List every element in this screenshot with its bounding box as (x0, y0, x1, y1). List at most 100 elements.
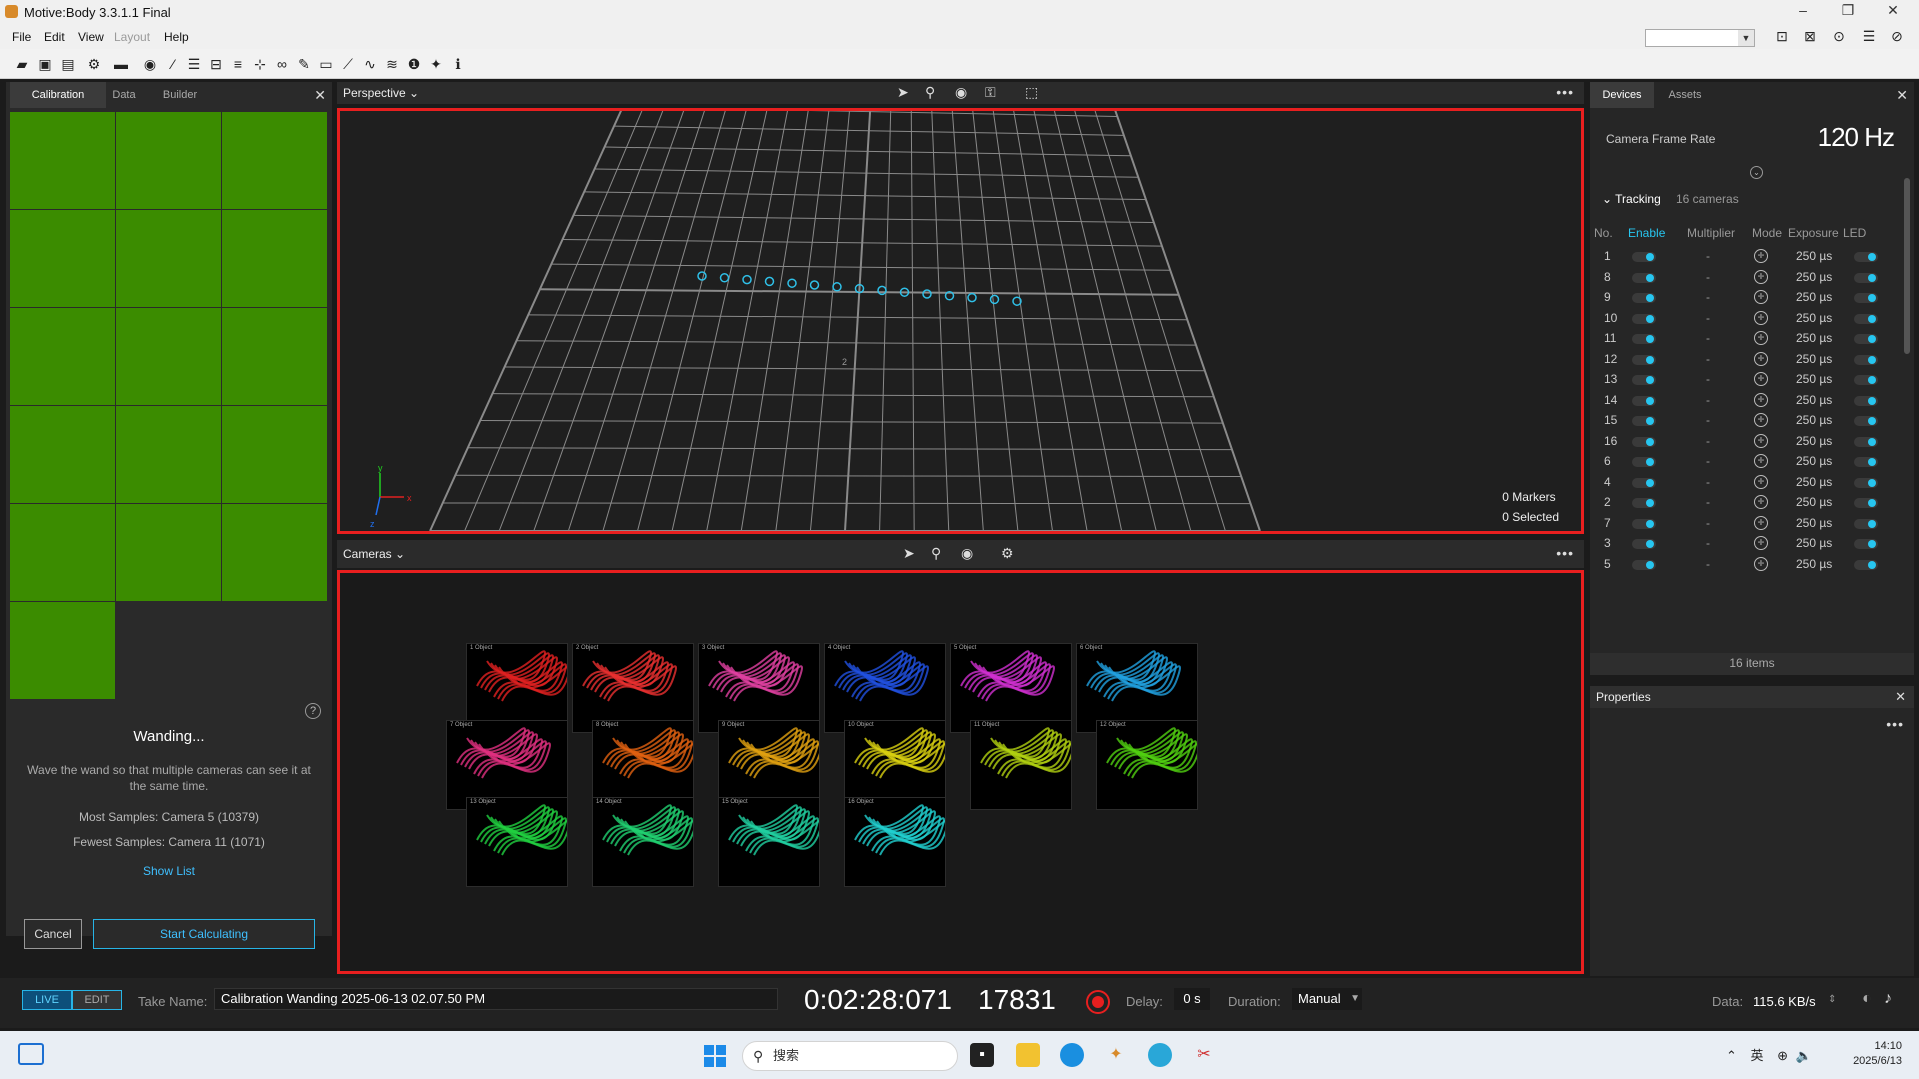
take-name-input[interactable]: Calibration Wanding 2025-06-13 02.07.50 … (214, 988, 778, 1010)
camera-icon[interactable]: ◉ (140, 54, 160, 74)
input-language[interactable]: 英 (1751, 1048, 1764, 1063)
perspective-viewport[interactable]: y x z 2 0 Markers 0 Selected (337, 108, 1584, 534)
taskbar-search[interactable]: ⚲ 搜索 (742, 1041, 958, 1071)
save-all-icon[interactable]: ▤ (58, 54, 78, 74)
info-icon[interactable]: ℹ (448, 54, 468, 74)
expand-icon[interactable]: ⌄ (1750, 166, 1763, 179)
link-icon[interactable]: ∞ (272, 54, 292, 74)
exposure-value[interactable]: 250 µs (1796, 536, 1832, 550)
system-clock[interactable]: 14:10 2025/6/13 (1846, 1039, 1902, 1069)
cancel-button[interactable]: Cancel (24, 919, 82, 949)
col-exposure[interactable]: Exposure (1788, 226, 1839, 240)
chevron-updown-icon[interactable]: ⇕ (1828, 994, 1836, 1005)
lock-view-icon[interactable]: ⚿ (985, 84, 996, 101)
cameras-title[interactable]: Cameras ⌄ (343, 547, 405, 561)
led-toggle[interactable] (1854, 539, 1878, 549)
more-options-icon[interactable]: ••• (1556, 84, 1574, 100)
record-button[interactable] (1086, 990, 1110, 1014)
enable-toggle[interactable] (1632, 539, 1656, 549)
scrollbar[interactable] (1904, 178, 1910, 354)
mode-object-icon[interactable]: ✛ (1754, 310, 1768, 325)
device-icon[interactable]: ▭ (316, 54, 336, 74)
save-icon[interactable]: ▣ (35, 54, 55, 74)
panel-icon[interactable]: ▬ (111, 54, 131, 74)
exposure-value[interactable]: 250 µs (1796, 516, 1832, 530)
enable-toggle[interactable] (1632, 457, 1656, 467)
mode-object-icon[interactable]: ✛ (1754, 290, 1768, 304)
enable-toggle[interactable] (1632, 375, 1656, 385)
tracking-group-toggle[interactable]: ⌄ Tracking (1602, 192, 1661, 206)
zoom-icon[interactable]: ⚲ (925, 84, 935, 101)
database-icon[interactable]: ☰ (184, 54, 204, 74)
mode-object-icon[interactable]: ✛ (1754, 351, 1768, 366)
enable-toggle[interactable] (1632, 395, 1656, 406)
edit-mode-button[interactable]: EDIT (72, 990, 122, 1010)
layout-calibrate-icon[interactable]: ⊡ (1772, 28, 1792, 48)
widgets-icon[interactable] (18, 1043, 44, 1065)
tab-devices[interactable]: Devices (1590, 82, 1654, 108)
mode-object-icon[interactable]: ✛ (1754, 495, 1768, 509)
streaming-icon[interactable]: ≋ (382, 54, 402, 74)
snipping-tool-icon[interactable]: ✂ (1192, 1043, 1216, 1067)
app-icon[interactable]: ✦ (1104, 1043, 1128, 1067)
enable-toggle[interactable] (1632, 559, 1656, 570)
menu-help[interactable]: Help (164, 30, 189, 44)
skeleton-icon[interactable]: ⊹ (250, 54, 270, 74)
mode-object-icon[interactable]: ✛ (1754, 556, 1768, 571)
mode-object-icon[interactable]: ✛ (1754, 515, 1768, 530)
layout-select[interactable]: ▼ (1645, 29, 1755, 47)
mode-object-icon[interactable]: ✛ (1754, 474, 1768, 489)
led-toggle[interactable] (1854, 498, 1878, 508)
camera-thumbnail[interactable]: 16 Object (844, 797, 946, 887)
enable-toggle[interactable] (1632, 272, 1656, 283)
led-toggle[interactable] (1854, 477, 1878, 488)
mode-object-icon[interactable]: ✛ (1754, 413, 1768, 427)
delay-input[interactable]: 0 s (1174, 988, 1210, 1010)
mode-object-icon[interactable]: ✛ (1754, 249, 1768, 263)
view-icon[interactable]: ◉ (961, 545, 973, 562)
led-toggle[interactable] (1854, 354, 1878, 365)
enable-toggle[interactable] (1632, 293, 1656, 303)
network-icon[interactable]: ⊕ (1777, 1048, 1788, 1063)
start-menu-icon[interactable] (704, 1045, 726, 1067)
live-mode-button[interactable]: LIVE (22, 990, 72, 1010)
view-icon[interactable]: ◉ (955, 84, 967, 101)
led-toggle[interactable] (1854, 293, 1878, 303)
col-enable[interactable]: Enable (1628, 226, 1665, 240)
mode-object-icon[interactable]: ✛ (1754, 372, 1768, 386)
led-toggle[interactable] (1854, 334, 1878, 344)
led-toggle[interactable] (1854, 252, 1878, 262)
exposure-value[interactable]: 250 µs (1796, 475, 1832, 489)
tools-icon[interactable]: ✎ (294, 54, 314, 74)
enable-toggle[interactable] (1632, 416, 1656, 426)
help-icon[interactable]: ? (305, 703, 321, 719)
mode-object-icon[interactable]: ✛ (1754, 433, 1768, 448)
notification-bell-icon[interactable]: ♪ (1884, 990, 1892, 1008)
select-tool-icon[interactable]: ➤ (897, 84, 909, 101)
wand-icon[interactable]: ⁄ (163, 54, 183, 74)
file-explorer-icon[interactable] (1016, 1043, 1040, 1067)
exposure-value[interactable]: 250 µs (1796, 372, 1832, 386)
enable-toggle[interactable] (1632, 334, 1656, 344)
list-icon[interactable]: ≡ (228, 54, 248, 74)
layout-capture-icon[interactable]: ⊙ (1829, 28, 1849, 48)
more-options-icon[interactable]: ••• (1556, 545, 1574, 561)
mode-object-icon[interactable]: ✛ (1754, 536, 1768, 550)
close-window-button[interactable]: ✕ (1878, 2, 1908, 22)
camera-thumbnail[interactable]: 13 Object (466, 797, 568, 887)
show-list-link[interactable]: Show List (6, 864, 332, 878)
close-icon[interactable]: ✕ (1895, 689, 1906, 705)
col-no[interactable]: No. (1594, 226, 1613, 240)
more-options-icon[interactable]: ••• (1886, 716, 1904, 732)
exposure-value[interactable]: 250 µs (1796, 557, 1832, 571)
cameras-viewport[interactable]: 1 Object 2 Object 3 Object 4 Object 5 Object… (337, 570, 1584, 974)
col-mode[interactable]: Mode (1752, 226, 1782, 240)
mode-object-icon[interactable]: ✛ (1754, 454, 1768, 468)
led-toggle[interactable] (1854, 313, 1878, 324)
star-icon[interactable]: ✦ (426, 54, 446, 74)
table-row[interactable]: 5 - ✛ 250 µs (1590, 552, 1904, 577)
status-icon[interactable]: ◐ (1862, 990, 1872, 1008)
open-icon[interactable]: ▰ (12, 54, 32, 74)
volume-icon[interactable]: 🔈 (1796, 1048, 1812, 1063)
storage-icon[interactable]: ⊟ (206, 54, 226, 74)
